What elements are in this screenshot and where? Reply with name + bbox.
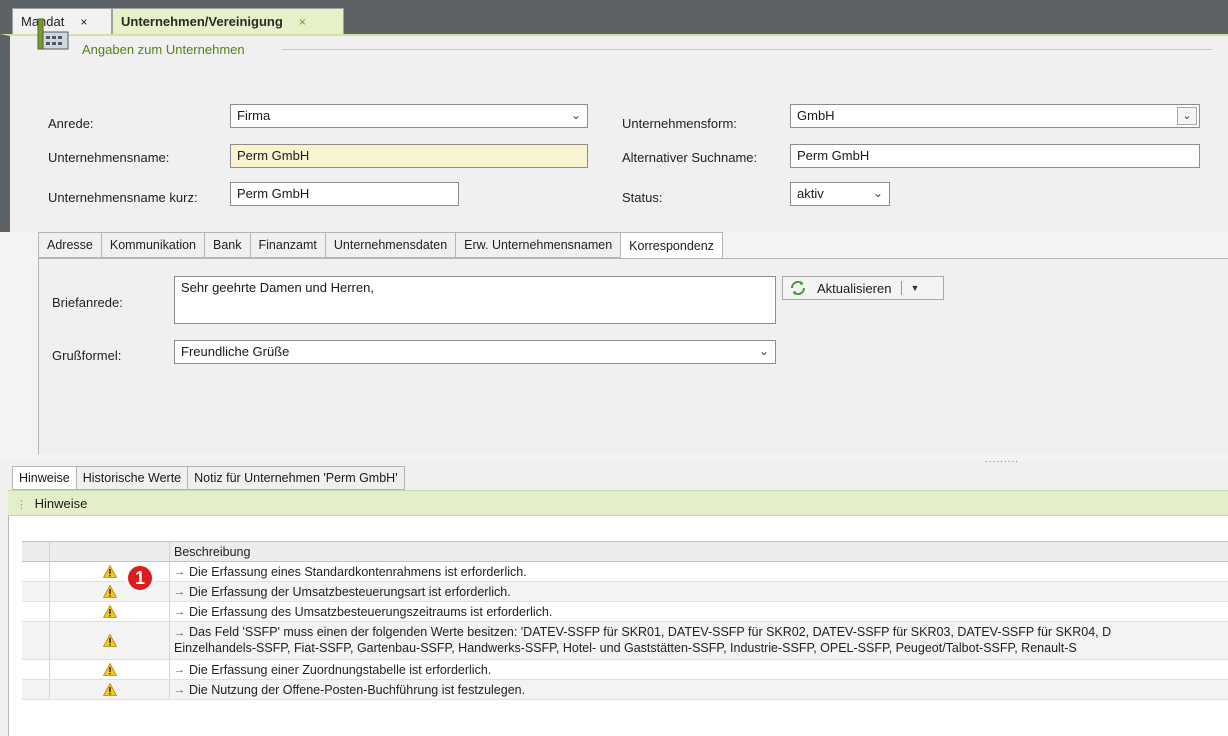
grussformel-label: Grußformel:	[52, 348, 122, 363]
warning-icon	[102, 585, 117, 598]
unternehmensform-select[interactable]: GmbH ⌄	[790, 104, 1200, 128]
table-row[interactable]: → Die Nutzung der Offene-Posten-Buchführu…	[22, 680, 1228, 700]
tab-unternehmen-vereinigung[interactable]: Unternehmen/Vereinigung ×	[112, 8, 344, 34]
note-text: Die Erfassung der Umsatzbesteuerungsart …	[189, 584, 511, 599]
warning-icon	[102, 565, 117, 578]
status-value: aktiv	[797, 186, 824, 201]
unternehmensname-label: Unternehmensname:	[48, 150, 170, 165]
alternativer-suchname-input[interactable]: Perm GmbH	[790, 144, 1200, 168]
briefanrede-label: Briefanrede:	[52, 295, 123, 310]
close-icon[interactable]: ×	[80, 15, 87, 29]
status-label: Status:	[622, 190, 663, 205]
chevron-down-icon[interactable]: ⌄	[1177, 107, 1197, 125]
unternehmensname-input[interactable]: Perm GmbH	[230, 144, 588, 168]
chevron-down-icon[interactable]: ▼	[910, 283, 919, 293]
note-text: Die Nutzung der Offene-Posten-Buchführun…	[189, 682, 526, 697]
anrede-label: Anrede:	[48, 116, 94, 131]
notes-table: Beschreibung → Die Erfassung eines Standa…	[22, 541, 1228, 700]
tab-korrespondenz[interactable]: Korrespondenz	[620, 232, 723, 259]
notes-tab-strip: Hinweise Historische Werte Notiz für Unt…	[12, 466, 405, 490]
grussformel-value: Freundliche Grüße	[181, 344, 290, 359]
arrow-icon: →	[174, 585, 185, 598]
warning-icon	[102, 605, 117, 618]
warning-icon	[102, 634, 117, 647]
refresh-icon	[790, 280, 806, 296]
chevron-down-icon[interactable]: ⌄	[571, 108, 581, 122]
arrow-icon: →	[174, 605, 185, 618]
unternehmensform-label: Unternehmensform:	[622, 116, 737, 131]
section-title: Angaben zum Unternehmen	[82, 42, 245, 57]
close-icon[interactable]: ×	[299, 15, 306, 29]
grip-icon: ⋮	[16, 499, 27, 511]
unternehmensname-kurz-input[interactable]: Perm GmbH	[230, 182, 459, 206]
briefanrede-textarea[interactable]: Sehr geehrte Damen und Herren,	[174, 276, 776, 324]
note-text: Die Erfassung einer Zuordnungstabelle is…	[189, 662, 492, 677]
arrow-icon: →	[174, 663, 185, 676]
anrede-select[interactable]: Firma ⌄	[230, 104, 588, 128]
table-row[interactable]: → Die Erfassung einer Zuordnungstabelle i…	[22, 660, 1228, 680]
section-divider	[282, 49, 1212, 50]
table-row[interactable]: → Die Erfassung des Umsatzbesteuerungszei…	[22, 602, 1228, 622]
column-header-beschreibung[interactable]: Beschreibung	[170, 542, 1228, 561]
arrow-icon: →	[174, 683, 185, 696]
hinweise-title: Hinweise	[34, 496, 88, 511]
unternehmensname-kurz-label: Unternehmensname kurz:	[48, 190, 198, 205]
tab-unternehmen-label: Unternehmen/Vereinigung	[121, 14, 283, 29]
alternativer-suchname-label: Alternativer Suchname:	[622, 150, 758, 165]
arrow-icon: →	[174, 565, 185, 578]
tab-adresse[interactable]: Adresse	[38, 232, 101, 258]
table-row[interactable]: → Die Erfassung der Umsatzbesteuerungsart…	[22, 582, 1228, 602]
arrow-icon: →	[174, 627, 185, 639]
chevron-down-icon[interactable]: ⌄	[873, 186, 883, 200]
tab-erw-unternehmensnamen[interactable]: Erw. Unternehmensnamen	[455, 232, 621, 258]
note-text: Die Erfassung des Umsatzbesteuerungszeit…	[189, 604, 553, 619]
tab-historische-werte[interactable]: Historische Werte	[75, 466, 188, 490]
table-header: Beschreibung	[22, 541, 1228, 562]
aktualisieren-button[interactable]: Aktualisieren ▼	[782, 276, 944, 300]
tab-kommunikation[interactable]: Kommunikation	[100, 232, 205, 258]
building-icon	[37, 18, 69, 50]
tab-finanzamt[interactable]: Finanzamt	[249, 232, 325, 258]
hinweise-toolbar: ⋮ Hinweise	[8, 490, 1228, 516]
button-separator	[901, 281, 903, 295]
tab-notiz[interactable]: Notiz für Unternehmen 'Perm GmbH'	[187, 466, 405, 490]
warning-icon	[102, 683, 117, 696]
tab-bank[interactable]: Bank	[204, 232, 250, 258]
aktualisieren-label: Aktualisieren	[817, 280, 892, 296]
callout-badge: 1	[126, 564, 154, 592]
document-tab-bar: Mandat × Unternehmen/Vereinigung ×	[0, 0, 1228, 34]
tab-hinweise[interactable]: Hinweise	[12, 466, 76, 490]
note-text: Das Feld 'SSFP' muss einen der folgenden…	[189, 625, 1112, 639]
table-row[interactable]: → Das Feld 'SSFP' muss einen der folgende…	[22, 622, 1228, 660]
note-text-continued: Einzelhandels-SSFP, Fiat-SSFP, Gartenbau…	[174, 641, 1077, 655]
note-text: Die Erfassung eines Standardkontenrahmen…	[189, 564, 527, 579]
warning-icon	[102, 663, 117, 676]
table-row[interactable]: → Die Erfassung eines Standardkontenrahme…	[22, 562, 1228, 582]
anrede-value: Firma	[237, 108, 271, 123]
grussformel-select[interactable]: Freundliche Grüße ⌄	[174, 340, 776, 364]
tab-unternehmensdaten[interactable]: Unternehmensdaten	[324, 232, 456, 258]
status-select[interactable]: aktiv ⌄	[790, 182, 890, 206]
chevron-down-icon[interactable]: ⌄	[759, 344, 769, 358]
detail-tab-strip: Adresse Kommunikation Bank Finanzamt Unt…	[38, 232, 723, 259]
unternehmensform-value: GmbH	[797, 108, 835, 123]
